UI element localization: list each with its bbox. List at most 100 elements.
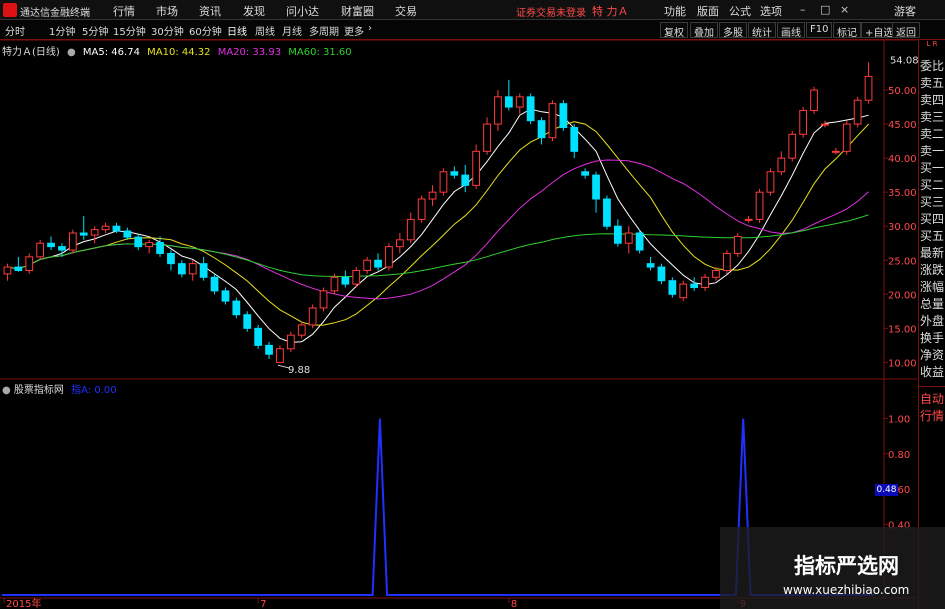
- indicator-price-tag: 0.48: [875, 484, 898, 496]
- candle-body: [755, 191, 764, 220]
- candle-body: [3, 266, 12, 275]
- candle-body: [864, 75, 873, 101]
- panel-item[interactable]: 收益: [919, 364, 945, 381]
- ma-line: [7, 159, 869, 300]
- panel-item[interactable]: 买一: [919, 160, 945, 177]
- panel-item[interactable]: 卖五: [919, 75, 945, 92]
- candle-body: [537, 120, 546, 139]
- candle-body: [14, 266, 23, 271]
- candle-body: [679, 283, 688, 299]
- indicator-gear-icon[interactable]: ●: [2, 385, 11, 396]
- legend-gear-icon[interactable]: ●: [67, 47, 76, 58]
- panel-item[interactable]: 涨跌: [919, 262, 945, 279]
- candle-body: [668, 280, 677, 295]
- candle-body: [101, 225, 110, 231]
- panel-item[interactable]: 卖一: [919, 143, 945, 160]
- ma-line: [7, 121, 869, 326]
- candle-body: [581, 171, 590, 176]
- candle-body: [483, 123, 491, 152]
- x-tick-label: 2015年: [6, 597, 41, 609]
- x-tick-label: 8: [511, 599, 517, 609]
- candle-body: [243, 314, 252, 329]
- watermark-url: www.xuezhibiao.com: [783, 583, 910, 597]
- panel-item[interactable]: 换手: [919, 330, 945, 347]
- chart-grid: [0, 39, 917, 599]
- candle-body: [47, 242, 55, 248]
- candle-body: [134, 236, 143, 248]
- panel-item[interactable]: 净资: [919, 347, 945, 364]
- panel-item[interactable]: 总量: [919, 296, 945, 313]
- candle-body: [177, 263, 186, 275]
- candle-body: [570, 126, 579, 152]
- candle-body: [461, 174, 470, 186]
- ind-y-tick-label: 1.00: [888, 414, 910, 425]
- candle-body: [733, 235, 742, 254]
- candle-body: [592, 174, 600, 200]
- candle-body: [494, 96, 502, 125]
- panel-item[interactable]: 买四: [919, 211, 945, 228]
- candle-body: [210, 276, 219, 292]
- panel-item[interactable]: 卖四: [919, 92, 945, 109]
- candle-body: [308, 307, 317, 326]
- moving-average-lines: [7, 108, 869, 343]
- candle-body: [657, 266, 666, 282]
- candle-body: [810, 89, 818, 111]
- panel-bottom-item[interactable]: 行情: [919, 408, 945, 425]
- candle-body: [526, 96, 535, 122]
- candle-body: [276, 348, 284, 363]
- candle-body: [286, 334, 295, 350]
- candle-body: [112, 225, 121, 232]
- legend-ma10: MA10: 44.32: [147, 47, 211, 58]
- candle-body: [766, 171, 775, 193]
- candle-body: [232, 300, 241, 316]
- indicator-name[interactable]: 股票指标网: [14, 385, 64, 396]
- candle-body: [319, 290, 328, 309]
- panel-item[interactable]: 最新: [919, 245, 945, 262]
- candle-body: [712, 269, 720, 278]
- candle-body: [821, 123, 829, 126]
- y-tick-label: 45.00: [888, 120, 917, 131]
- chart-area[interactable]: 10.00 15.00 20.00 25.00 30.00 35.00 40.00 45.00…: [0, 0, 945, 609]
- annotation-label: 54.08: [890, 55, 919, 66]
- candle-body: [417, 198, 426, 220]
- candle-body: [744, 218, 753, 221]
- candle-body: [90, 229, 99, 236]
- candle-body: [646, 263, 655, 268]
- y-tick-label: 30.00: [888, 222, 917, 233]
- candle-body: [613, 225, 622, 244]
- panel-item[interactable]: 买三: [919, 194, 945, 211]
- candle-body: [831, 150, 840, 153]
- ma-legend: 特力Ａ(日线) ● MA5: 46.74 MA10: 44.32 MA20: 3…: [2, 43, 356, 58]
- candle-body: [199, 263, 208, 278]
- candle-body: [79, 232, 88, 236]
- panel-corner-label[interactable]: L R: [919, 40, 945, 58]
- candle-body: [559, 103, 568, 128]
- panel-item[interactable]: 买二: [919, 177, 945, 194]
- candle-body: [722, 252, 731, 271]
- candle-body: [341, 276, 350, 285]
- y-tick-label: 25.00: [888, 256, 917, 267]
- panel-bottom-item[interactable]: 自动: [919, 391, 945, 408]
- candle-body: [25, 256, 34, 271]
- candle-body: [428, 191, 437, 200]
- y-tick-label: 15.00: [888, 324, 917, 335]
- y-tick-label: 35.00: [888, 188, 917, 199]
- annotation-label: 9.88: [288, 365, 310, 376]
- watermark-title: 指标严选网: [794, 554, 899, 578]
- panel-item[interactable]: 涨幅: [919, 279, 945, 296]
- panel-item[interactable]: 外盘: [919, 313, 945, 330]
- panel-item[interactable]: 委比: [919, 58, 945, 75]
- candle-body: [254, 327, 263, 346]
- candle-body: [123, 230, 132, 238]
- ma-line: [7, 108, 869, 343]
- candle-body: [363, 259, 372, 271]
- panel-item[interactable]: 卖二: [919, 126, 945, 143]
- candle-body: [297, 324, 306, 336]
- panel-item[interactable]: 买五: [919, 228, 945, 245]
- legend-ma20: MA20: 33.93: [217, 47, 282, 58]
- legend-ma60: MA60: 31.60: [288, 47, 352, 58]
- candle-body: [777, 157, 786, 173]
- panel-item[interactable]: 卖三: [919, 109, 945, 126]
- legend-stock-name[interactable]: 特力Ａ(日线): [2, 47, 60, 58]
- candle-body: [36, 242, 45, 258]
